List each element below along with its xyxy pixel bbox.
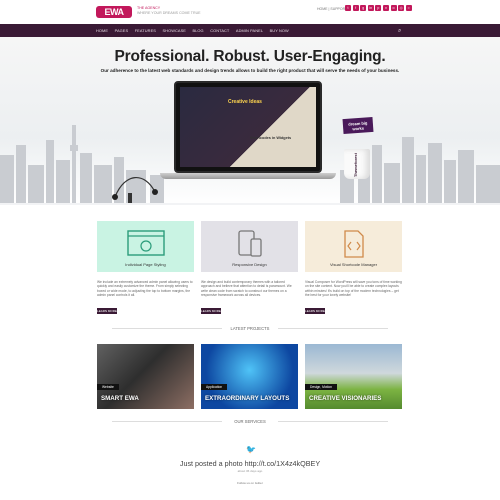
nav-showcase[interactable]: SHOWCASE bbox=[162, 28, 186, 33]
code-file-icon bbox=[343, 230, 364, 258]
feature-label: Visual Shortcode Manager bbox=[329, 262, 378, 267]
screen-title: Creative Ideas bbox=[228, 99, 262, 105]
earphones-image bbox=[112, 177, 158, 203]
nav-pages[interactable]: PAGES bbox=[115, 28, 129, 33]
project-tag: Application bbox=[201, 384, 228, 390]
feature-label: Individual Page Styling bbox=[125, 262, 166, 267]
site-header: EWA THE AGENCY WHERE YOUR DREAMS COME TR… bbox=[0, 0, 500, 22]
nav-blog[interactable]: BLOG bbox=[192, 28, 203, 33]
dream-sign: dream big works bbox=[342, 116, 374, 135]
main-nav: HOME PAGES FEATURES SHOWCASE BLOG CONTAC… bbox=[0, 24, 500, 37]
nav-home[interactable]: HOME bbox=[96, 28, 108, 33]
browser-window-icon bbox=[126, 230, 165, 256]
latest-projects-heading: LATEST PROJECTS bbox=[0, 326, 500, 331]
nav-features[interactable]: FEATURES bbox=[135, 28, 156, 33]
tagline: THE AGENCY WHERE YOUR DREAMS COME TRUE bbox=[137, 6, 201, 15]
facebook-icon[interactable]: f bbox=[352, 5, 359, 11]
follow-twitter-link[interactable]: Follow us on twitter bbox=[0, 481, 500, 485]
twitter-icon[interactable]: t bbox=[345, 5, 351, 11]
tweet-text[interactable]: Just posted a photo http://t.co/1X4z4kQB… bbox=[0, 459, 500, 468]
search-icon[interactable]: ⌕ bbox=[398, 28, 404, 34]
our-services-heading: OUR SERVICES bbox=[0, 419, 500, 424]
laptop-display: Creative Ideas Shortcodes in Widgets bbox=[180, 87, 316, 167]
laptop-screen: Creative Ideas Shortcodes in Widgets bbox=[174, 81, 322, 173]
social-icons: t f g in p v •• ◎ ≈ bbox=[345, 5, 412, 11]
nav-buy-now[interactable]: BUY NOW bbox=[270, 28, 289, 33]
twitter-icon[interactable]: 🐦 bbox=[246, 446, 256, 454]
tweet-time: about 36 days ago bbox=[237, 469, 263, 473]
mug-label: Themeforest bbox=[353, 153, 358, 178]
hero-lead: Our adherence to the latest web standard… bbox=[100, 68, 400, 73]
project-card[interactable]: Application EXTRAORDINARY LAYOUTS bbox=[201, 344, 298, 409]
nav-contact[interactable]: CONTACT bbox=[210, 28, 229, 33]
linkedin-icon[interactable]: in bbox=[367, 5, 374, 11]
nav-admin-panel[interactable]: ADMIN PANEL bbox=[236, 28, 263, 33]
laptop-base bbox=[160, 173, 336, 179]
feature-responsive-design[interactable]: Responsive Design bbox=[201, 221, 298, 272]
hero-headline: Professional. Robust. User-Engaging. bbox=[114, 48, 386, 65]
feature-label: Responsive Design bbox=[232, 262, 267, 267]
feature-page-styling[interactable]: Individual Page Styling bbox=[97, 221, 194, 272]
feature-description: Visual Composer for WordPress will save … bbox=[305, 280, 402, 297]
tagline-sub: WHERE YOUR DREAMS COME TRUE bbox=[137, 10, 201, 15]
devices-icon bbox=[237, 230, 262, 257]
flickr-icon[interactable]: •• bbox=[390, 5, 397, 11]
site-logo[interactable]: EWA bbox=[96, 6, 132, 18]
dribbble-icon[interactable]: ◎ bbox=[398, 5, 405, 11]
coffee-mug: Themeforest bbox=[344, 149, 370, 179]
feature-description: We design and build contemporary themes … bbox=[201, 280, 292, 297]
learn-more-button[interactable]: LEARN MORE bbox=[97, 308, 117, 314]
project-card[interactable]: Website SMART EWA bbox=[97, 344, 194, 409]
learn-more-button[interactable]: LEARN MORE bbox=[305, 308, 325, 314]
feature-description: We include an extremely advanced admin p… bbox=[97, 280, 193, 297]
tagline-title: THE AGENCY bbox=[137, 6, 161, 10]
vimeo-icon[interactable]: v bbox=[382, 5, 389, 11]
rss-icon[interactable]: ≈ bbox=[405, 5, 412, 11]
hero-banner: Professional. Robust. User-Engaging. Our… bbox=[0, 37, 500, 205]
feature-shortcode-manager[interactable]: Visual Shortcode Manager bbox=[305, 221, 402, 272]
project-title: SMART EWA bbox=[101, 395, 139, 402]
google-icon[interactable]: g bbox=[360, 5, 367, 11]
project-tag: Design, Motion bbox=[305, 384, 337, 390]
project-title: CREATIVE VISIONARIES bbox=[309, 395, 382, 402]
project-tag: Website bbox=[97, 384, 119, 390]
screen-subtitle: Shortcodes in Widgets bbox=[250, 136, 292, 140]
project-card[interactable]: Design, Motion CREATIVE VISIONARIES bbox=[305, 344, 402, 409]
learn-more-button[interactable]: LEARN MORE bbox=[201, 308, 221, 314]
pinterest-icon[interactable]: p bbox=[375, 5, 382, 11]
project-title: EXTRAORDINARY LAYOUTS bbox=[205, 395, 290, 402]
